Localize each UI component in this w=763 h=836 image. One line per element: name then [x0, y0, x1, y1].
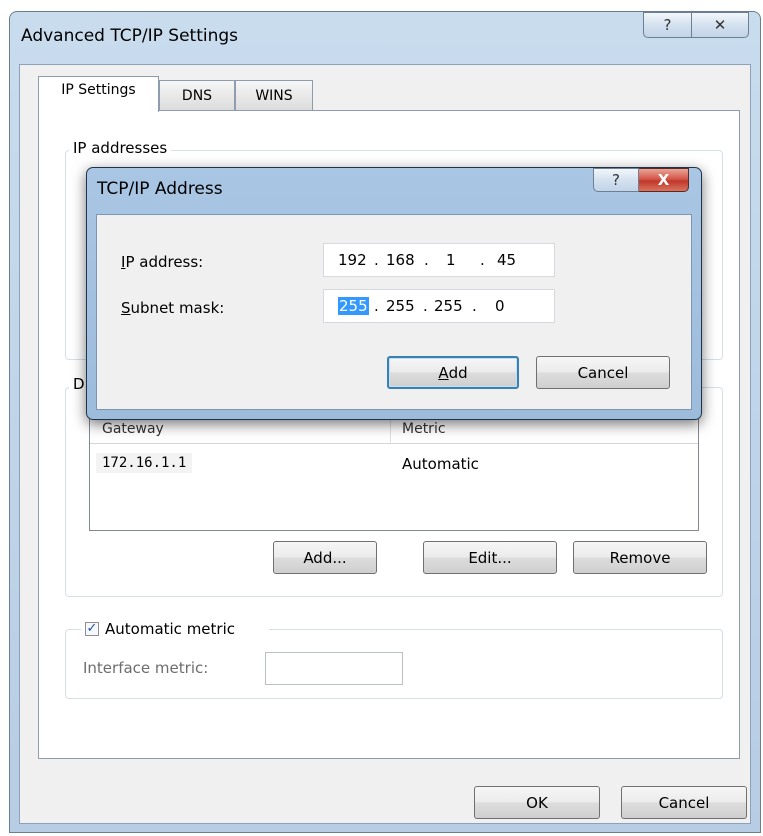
add-button[interactable]: Add: [387, 356, 519, 389]
close-button[interactable]: ✕: [692, 12, 749, 38]
octet-dot: .: [472, 297, 477, 315]
ip-address-field[interactable]: 192 . 168 . 1 . 45: [323, 243, 555, 277]
mask-octet-2[interactable]: 255: [386, 297, 415, 315]
octet-dot: .: [374, 251, 379, 269]
help-icon: ?: [612, 171, 620, 189]
window-title: Advanced TCP/IP Settings: [21, 26, 239, 46]
subnet-mask-label: Subnet mask:: [121, 299, 225, 317]
interface-metric-label: Interface metric:: [83, 659, 209, 677]
tab-ip-settings[interactable]: IP Settings: [38, 76, 159, 112]
table-row[interactable]: 172.16.1.1 Automatic: [96, 453, 686, 477]
ip-octet-3[interactable]: 1: [446, 251, 456, 269]
ip-octet-1[interactable]: 192: [338, 251, 367, 269]
automatic-metric-checkbox[interactable]: ✓: [85, 622, 99, 636]
column-header-metric[interactable]: Metric: [402, 421, 446, 437]
gateway-edit-button[interactable]: Edit...: [423, 541, 557, 574]
subnet-mask-field[interactable]: 255 . 255 . 255 . 0: [323, 289, 555, 323]
octet-dot: .: [480, 251, 485, 269]
column-separator: [390, 417, 391, 443]
dialog-cancel-button[interactable]: Cancel: [536, 356, 670, 389]
interface-metric-input[interactable]: [265, 652, 403, 685]
column-header-gateway[interactable]: Gateway: [102, 421, 164, 437]
mask-octet-3[interactable]: 255: [434, 297, 463, 315]
ok-button[interactable]: OK: [474, 786, 600, 819]
tab-wins[interactable]: WINS: [235, 80, 313, 110]
ip-address-label: IP address:: [121, 253, 204, 271]
tab-label: WINS: [255, 88, 293, 104]
advanced-tcpip-settings-window: Advanced TCP/IP Settings ? ✕ IP Settings…: [9, 11, 761, 833]
octet-dot: .: [424, 251, 429, 269]
mask-octet-4[interactable]: 0: [495, 297, 505, 315]
cancel-button[interactable]: Cancel: [621, 786, 747, 819]
automatic-metric-legend: ✓ Automatic metric: [81, 619, 269, 641]
caption-buttons: ? ✕: [643, 12, 749, 38]
gateway-remove-button[interactable]: Remove: [573, 541, 707, 574]
gateways-list-header: Gateway Metric: [90, 417, 698, 444]
dialog-client-area: IP address: 192 . 168 . 1 . 45 Subnet ma…: [96, 214, 692, 410]
dialog-title: TCP/IP Address: [97, 179, 223, 199]
tab-label: DNS: [181, 88, 213, 104]
help-button[interactable]: ?: [643, 12, 692, 38]
tcpip-address-dialog: TCP/IP Address ? X IP address: 192 . 168…: [86, 167, 702, 420]
tab-label: IP Settings: [61, 82, 136, 98]
gateways-list[interactable]: Gateway Metric 172.16.1.1 Automatic: [89, 416, 699, 531]
tab-dns[interactable]: DNS: [159, 80, 235, 110]
octet-dot: .: [374, 297, 379, 315]
octet-dot: .: [423, 297, 428, 315]
ip-octet-2[interactable]: 168: [386, 251, 415, 269]
automatic-metric-label[interactable]: Automatic metric: [105, 620, 235, 638]
help-icon: ?: [663, 16, 672, 34]
mask-octet-1[interactable]: 255: [338, 297, 369, 315]
metric-cell: Automatic: [402, 455, 479, 473]
ip-octet-4[interactable]: 45: [497, 251, 516, 269]
close-icon: ✕: [713, 16, 727, 34]
ip-addresses-label: IP addresses: [69, 139, 172, 157]
help-button[interactable]: ?: [593, 168, 639, 192]
gateway-cell: 172.16.1.1: [96, 453, 193, 473]
close-icon: X: [657, 171, 670, 189]
caption-buttons: ? X: [593, 168, 689, 194]
close-button[interactable]: X: [639, 168, 689, 192]
gateway-add-button[interactable]: Add...: [273, 541, 377, 574]
